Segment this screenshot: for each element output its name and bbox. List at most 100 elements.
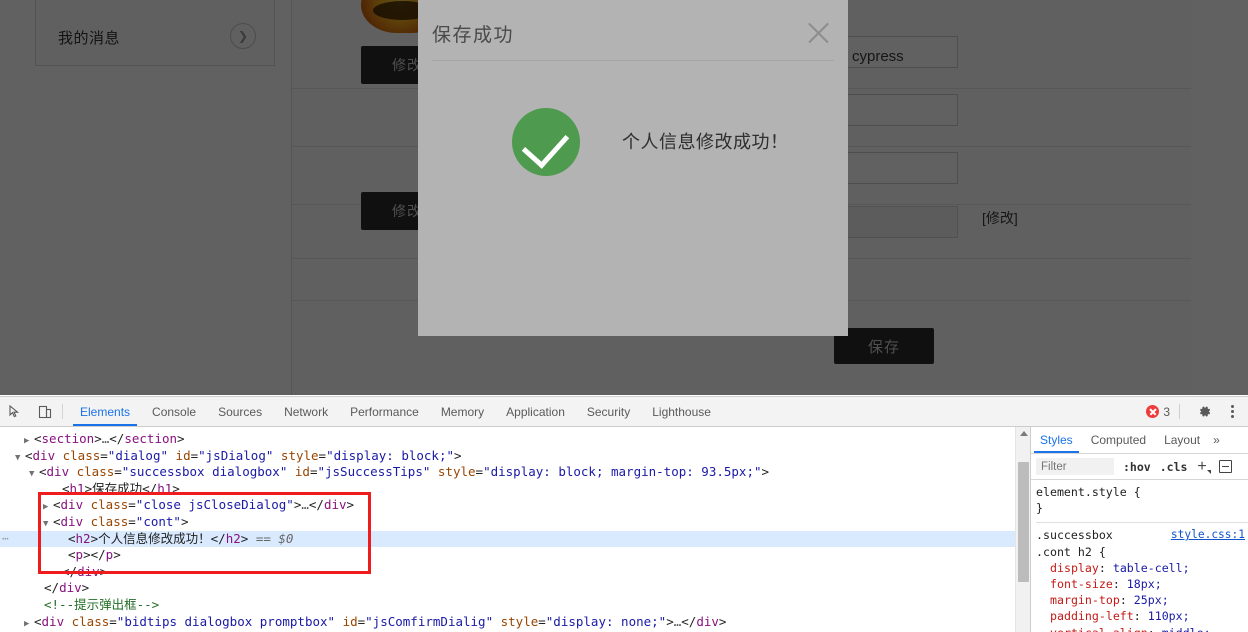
dom-token-punc: > — [172, 480, 180, 496]
dialog-title: 保存成功 — [432, 25, 515, 46]
devtools-tab-performance[interactable]: Performance — [339, 397, 430, 426]
dom-tree-row[interactable]: ▼ <div class="successbox dialogbox" id="j… — [0, 464, 1030, 481]
divider — [1036, 522, 1248, 524]
style-declaration[interactable]: padding-left: 110px; — [1036, 608, 1248, 624]
devtools-tab-console[interactable]: Console — [141, 397, 207, 426]
plus-icon[interactable]: + — [1197, 458, 1212, 475]
dom-token-punc: </ — [308, 497, 324, 513]
cls-toggle[interactable]: .cls — [1160, 460, 1188, 474]
dom-tree-row[interactable]: <h1>保存成功</h1> — [0, 481, 1030, 498]
selector-text: .successbox — [1036, 528, 1113, 543]
dom-tree-row[interactable]: </div> — [0, 580, 1030, 597]
dom-token-val: "close jsCloseDialog" — [135, 497, 294, 513]
devtools-tab-network[interactable]: Network — [273, 397, 339, 426]
dom-token-tag: p — [75, 547, 84, 563]
dom-token-punc: > — [346, 497, 355, 513]
dom-token-txt: 个人信息修改成功！ — [98, 531, 211, 546]
devtools-tab-sources[interactable]: Sources — [207, 397, 273, 426]
styles-tab-layout[interactable]: Layout — [1155, 427, 1209, 453]
dom-tree-row[interactable]: <!--提示弹出框--> — [0, 597, 1030, 614]
dom-token-tag: h1 — [69, 480, 85, 496]
gear-icon[interactable] — [1189, 404, 1219, 419]
dom-token-tag: div — [696, 613, 719, 629]
devtools-tab-elements[interactable]: Elements — [69, 397, 141, 426]
dom-tree-row[interactable]: ▶ <div class="close jsCloseDialog">…</div… — [0, 497, 1030, 514]
dom-token-attr: style — [430, 464, 476, 480]
dom-token-punc: < — [39, 464, 47, 480]
devtools-tab-application[interactable]: Application — [495, 397, 576, 426]
device-toolbar-icon[interactable] — [30, 397, 60, 426]
expand-triangle-icon[interactable]: ▶ — [24, 616, 34, 632]
dom-token-val: "bidtips dialogbox promptbox" — [116, 613, 336, 629]
dom-tree-row[interactable]: ▼ <div class="cont"> — [0, 514, 1030, 531]
inspect-element-icon[interactable] — [0, 397, 30, 426]
dom-token-punc: </ — [90, 547, 106, 563]
selector-text-line2: .cont h2 { — [1036, 544, 1106, 559]
dom-token-tag: div — [32, 447, 56, 463]
dom-token-tag: section — [124, 431, 178, 446]
style-rule[interactable]: element.style {} — [1036, 484, 1248, 518]
style-declaration[interactable]: vertical-align: middle; — [1036, 625, 1248, 632]
declaration-value: middle; — [1162, 626, 1211, 632]
dom-tree-scrollbar[interactable] — [1015, 427, 1030, 632]
styles-filter-input[interactable] — [1036, 458, 1114, 475]
style-declaration[interactable]: display: table-cell; — [1036, 560, 1248, 576]
dom-token-attr: style — [273, 447, 319, 463]
kebab-menu-icon[interactable] — [1225, 405, 1240, 418]
dom-token-attr: class — [83, 497, 129, 513]
divider — [1179, 404, 1180, 419]
dom-tree-row[interactable]: <p></p> — [0, 547, 1030, 564]
error-badge[interactable]: 3 — [1146, 405, 1170, 419]
style-rule-close-brace: } — [1036, 501, 1043, 516]
dom-token-tag: div — [46, 464, 70, 480]
declaration-value: 18px; — [1126, 577, 1162, 592]
dom-token-punc: </ — [210, 530, 226, 546]
dom-token-attr: style — [493, 613, 539, 629]
row-gutter-icon: ⋯ — [2, 531, 10, 545]
devtools-panel: Elements Console Sources Network Performance… — [0, 396, 1248, 632]
dom-token-ell: … — [301, 497, 309, 513]
close-icon[interactable] — [803, 18, 833, 48]
selector-text: element.style { — [1036, 485, 1141, 499]
dom-token-punc: = — [100, 447, 108, 463]
styles-tab-styles[interactable]: Styles — [1031, 427, 1082, 453]
dialog-message: 个人信息修改成功！ — [622, 131, 789, 152]
dom-token-tag: div — [41, 613, 65, 629]
dom-token-tag: div — [59, 580, 82, 596]
dom-token-punc: < — [25, 447, 33, 463]
styles-tab-computed[interactable]: Computed — [1082, 427, 1155, 453]
dom-token-punc: > — [666, 613, 674, 629]
dom-token-punc: > — [84, 480, 93, 496]
scrollbar-thumb[interactable] — [1018, 462, 1029, 582]
dom-token-punc: > — [83, 547, 91, 563]
dom-tree-row[interactable]: ▶ <div class="bidtips dialogbox promptbox… — [0, 614, 1030, 631]
devtools-tab-list: Elements Console Sources Network Performance… — [69, 397, 722, 426]
declaration-value: 110px; — [1147, 609, 1190, 624]
dom-token-punc: = — [475, 464, 484, 480]
dom-tree-row[interactable]: ▼ <div class="dialog" id="jsDialog" style… — [0, 448, 1030, 465]
dom-token-punc: > — [177, 431, 185, 446]
dom-token-val: "successbox dialogbox" — [121, 464, 288, 480]
style-declaration[interactable]: margin-top: 25px; — [1036, 592, 1248, 608]
scroll-up-icon[interactable] — [1019, 431, 1028, 436]
dom-tree-row[interactable]: ⋯ <h2>个人信息修改成功！</h2> == $0 — [0, 530, 1030, 548]
dom-token-tag: div — [77, 563, 100, 579]
dom-token-punc: < — [34, 613, 42, 629]
styles-more-tabs-icon[interactable]: » — [1209, 427, 1224, 453]
dom-tree-pane[interactable]: ▶ <section>…</section> ▼ <div class="dialog… — [0, 427, 1030, 632]
new-style-rule-icon[interactable] — [1218, 460, 1232, 473]
style-declaration[interactable]: font-size: 18px; — [1036, 576, 1248, 592]
hov-toggle[interactable]: :hov — [1123, 460, 1151, 474]
declaration-property: display — [1050, 560, 1099, 575]
dom-tree-row[interactable]: </div> — [0, 564, 1030, 581]
dom-token-attr: class — [83, 513, 129, 529]
devtools-tab-lighthouse[interactable]: Lighthouse — [641, 397, 722, 426]
dom-token-punc: < — [68, 547, 76, 563]
style-rule[interactable]: style.css:1 .successbox .cont h2 {display:… — [1036, 527, 1248, 632]
dom-token-punc: = — [109, 613, 117, 629]
devtools-tab-memory[interactable]: Memory — [430, 397, 495, 426]
dom-token-txt: 保存成功 — [92, 481, 143, 496]
style-source-link[interactable]: style.css:1 — [1171, 527, 1248, 543]
dom-tree-row[interactable]: ▶ <section>…</section> — [0, 431, 1030, 448]
devtools-tab-security[interactable]: Security — [576, 397, 641, 426]
